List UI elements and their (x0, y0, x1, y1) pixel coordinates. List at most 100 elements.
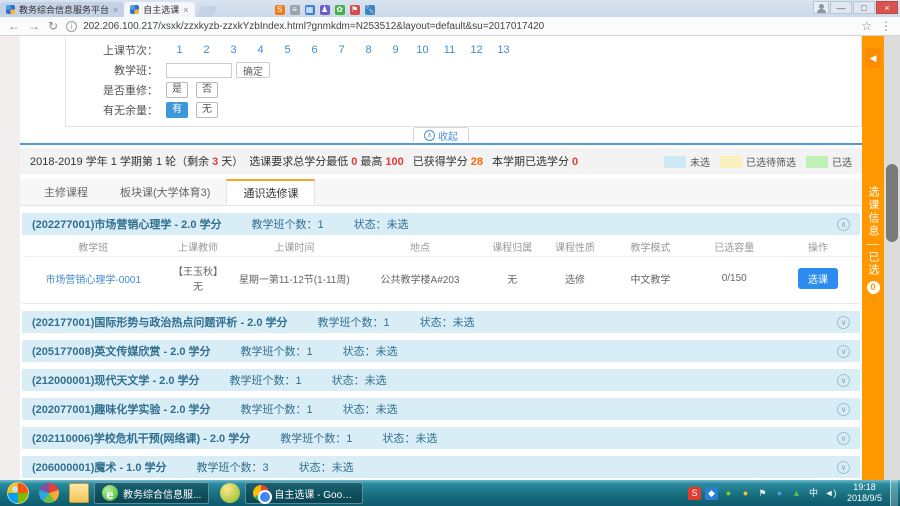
period-option[interactable]: 2 (193, 44, 220, 56)
course-row[interactable]: (212000001)现代天文学 - 2.0 学分 教学班个数：1 状态：未选 … (22, 369, 860, 391)
blue-grid-plugin-icon[interactable]: ▦ (305, 5, 315, 15)
messenger-tray-icon[interactable]: ◆ (705, 487, 718, 500)
period-option[interactable]: 6 (301, 44, 328, 56)
start-button[interactable] (7, 482, 29, 504)
course-row[interactable]: (202110006)学校危机干预(网络课) - 2.0 学分 教学班个数：1 … (22, 427, 860, 449)
teaching-class-link[interactable]: 市场营销心理学-0001 (22, 271, 164, 286)
capacity-no-button[interactable]: 无 (196, 102, 218, 118)
period-option[interactable]: 10 (409, 44, 436, 56)
action-cell: 选课 (776, 268, 860, 289)
tab-close-icon[interactable]: × (113, 5, 118, 15)
browser-tab-2-active[interactable]: 自主选课 × (124, 2, 194, 17)
scrollbar-thumb[interactable] (886, 164, 898, 242)
period-option[interactable]: 3 (220, 44, 247, 56)
period-option[interactable]: 12 (463, 44, 490, 56)
confirm-button[interactable]: 确定 (236, 62, 270, 78)
sogou-plugin-icon[interactable]: S (275, 5, 285, 15)
wrench-plugin-icon[interactable]: 🔧 (365, 5, 375, 15)
explorer-folder-icon[interactable] (69, 483, 89, 503)
capacity-cell: 0/150 (692, 273, 776, 284)
profile-icon[interactable] (813, 1, 829, 14)
rail-info-link[interactable]: 选课信息 (865, 186, 881, 238)
collapse-rail-arrow-icon[interactable]: ◀ (865, 48, 881, 68)
period-option[interactable]: 13 (490, 44, 517, 56)
chevron-down-icon[interactable]: ∨ (837, 374, 850, 387)
green-plugin-icon[interactable]: ✿ (335, 5, 345, 15)
show-desktop-button[interactable] (890, 480, 898, 506)
course-class-count: 教学班个数：1 (318, 314, 390, 330)
shield-tray-icon[interactable]: ▲ (790, 487, 803, 500)
url-text[interactable]: 202.206.100.217/xsxk/zzxkyzb-zzxkYzbInde… (83, 21, 544, 32)
divider (867, 244, 879, 245)
collapse-filters-button[interactable]: ∧ 收起 (413, 127, 469, 142)
volume-icon[interactable]: ◄) (824, 487, 837, 500)
retake-yes-button[interactable]: 是 (166, 82, 188, 98)
refresh-icon[interactable]: ↻ (48, 19, 58, 33)
nature-cell: 选修 (542, 271, 609, 286)
period-option[interactable]: 7 (328, 44, 355, 56)
green-tray-icon[interactable]: ● (722, 487, 735, 500)
rail-links: 选课信息 已选 0 (862, 186, 884, 294)
capacity-yes-button[interactable]: 有 (166, 102, 188, 118)
chevron-down-icon[interactable]: ∨ (837, 316, 850, 329)
chrome-icon (253, 485, 269, 501)
grey-plugin-icon[interactable]: ≡ (290, 5, 300, 15)
sogou-input-icon[interactable]: S (688, 487, 701, 500)
task-label: 自主选课 - Goog... (274, 486, 355, 501)
minimize-button[interactable]: — (830, 1, 852, 14)
taskbar-clock[interactable]: 19:18 2018/9/5 (847, 482, 882, 504)
location-tray-icon[interactable]: ● (773, 487, 786, 500)
tab-elective-courses[interactable]: 通识选修课 (226, 179, 315, 205)
class-search-input[interactable] (166, 63, 232, 78)
flag-tray-icon[interactable]: ⚑ (756, 487, 769, 500)
url-field[interactable]: i 202.206.100.217/xsxk/zzxkyzb-zzxkYzbIn… (66, 19, 853, 33)
retake-label: 是否重修： (66, 82, 166, 98)
course-row[interactable]: (206000001)魔术 - 1.0 学分 教学班个数：3 状态：未选 ∨ (22, 456, 860, 478)
yellow-tray-icon[interactable]: ● (739, 487, 752, 500)
credit-requirement: 选课要求总学分最低0最高100 (249, 153, 406, 169)
course-row[interactable]: (202177001)国际形势与政治热点问题评析 - 2.0 学分 教学班个数：… (22, 311, 860, 333)
retake-no-button[interactable]: 否 (196, 82, 218, 98)
new-tab-button[interactable] (196, 6, 217, 17)
taskbar-task-jwxt[interactable]: e 教务综合信息服... (94, 482, 209, 504)
chevron-down-icon[interactable]: ∨ (837, 403, 850, 416)
ime-icon[interactable]: 中 (807, 487, 820, 500)
course-row-expanded[interactable]: (202277001)市场营销心理学 - 2.0 学分 教学班个数：1 状态：未… (22, 213, 860, 235)
chevron-up-icon[interactable]: ∧ (837, 218, 850, 231)
browser-tab-1[interactable]: 教务综合信息服务平台 × (0, 2, 124, 17)
mode-cell: 中文教学 (609, 271, 693, 286)
red-flag-plugin-icon[interactable]: ⚑ (350, 5, 360, 15)
period-option[interactable]: 4 (247, 44, 274, 56)
course-row[interactable]: (202077001)趣味化学实验 - 2.0 学分 教学班个数：1 状态：未选… (22, 398, 860, 420)
browser-menu-icon[interactable]: ⋮ (880, 19, 892, 33)
close-button[interactable]: × (876, 1, 898, 14)
tab-close-icon[interactable]: × (183, 5, 188, 15)
maximize-button[interactable]: □ (853, 1, 875, 14)
period-option[interactable]: 1 (166, 44, 193, 56)
period-option[interactable]: 9 (382, 44, 409, 56)
legend-not-selected: 未选 (664, 154, 710, 169)
bookmark-star-icon[interactable]: ☆ (861, 19, 872, 33)
back-icon[interactable]: ← (8, 19, 20, 33)
chevron-down-icon[interactable]: ∨ (837, 461, 850, 474)
filter-panel: 上课节次： 1 2 3 4 5 6 7 8 9 10 11 12 13 教学班：… (65, 36, 862, 127)
scrollbar-track[interactable] (884, 36, 900, 480)
page-info-icon[interactable]: i (66, 21, 77, 32)
tab-title: 自主选课 (143, 3, 179, 16)
tab-major-courses[interactable]: 主修课程 (28, 179, 104, 205)
sogou-browser-icon[interactable] (39, 483, 59, 503)
tab-block-courses[interactable]: 板块课(大学体育3) (104, 179, 226, 205)
period-option[interactable]: 5 (274, 44, 301, 56)
course-row[interactable]: (205177008)英文传媒欣赏 - 2.0 学分 教学班个数：1 状态：未选… (22, 340, 860, 362)
course-class-count: 教学班个数：1 (280, 430, 352, 446)
select-course-button[interactable]: 选课 (798, 268, 838, 289)
chevron-down-icon[interactable]: ∨ (837, 345, 850, 358)
purple-plugin-icon[interactable]: ♟ (320, 5, 330, 15)
rail-selected-link[interactable]: 已选 (865, 251, 881, 277)
period-option[interactable]: 11 (436, 44, 463, 56)
period-option[interactable]: 8 (355, 44, 382, 56)
forward-icon[interactable]: → (28, 19, 40, 33)
chevron-down-icon[interactable]: ∨ (837, 432, 850, 445)
app-ball-icon[interactable] (220, 483, 240, 503)
taskbar-task-zzxk[interactable]: 自主选课 - Goog... (245, 482, 363, 504)
